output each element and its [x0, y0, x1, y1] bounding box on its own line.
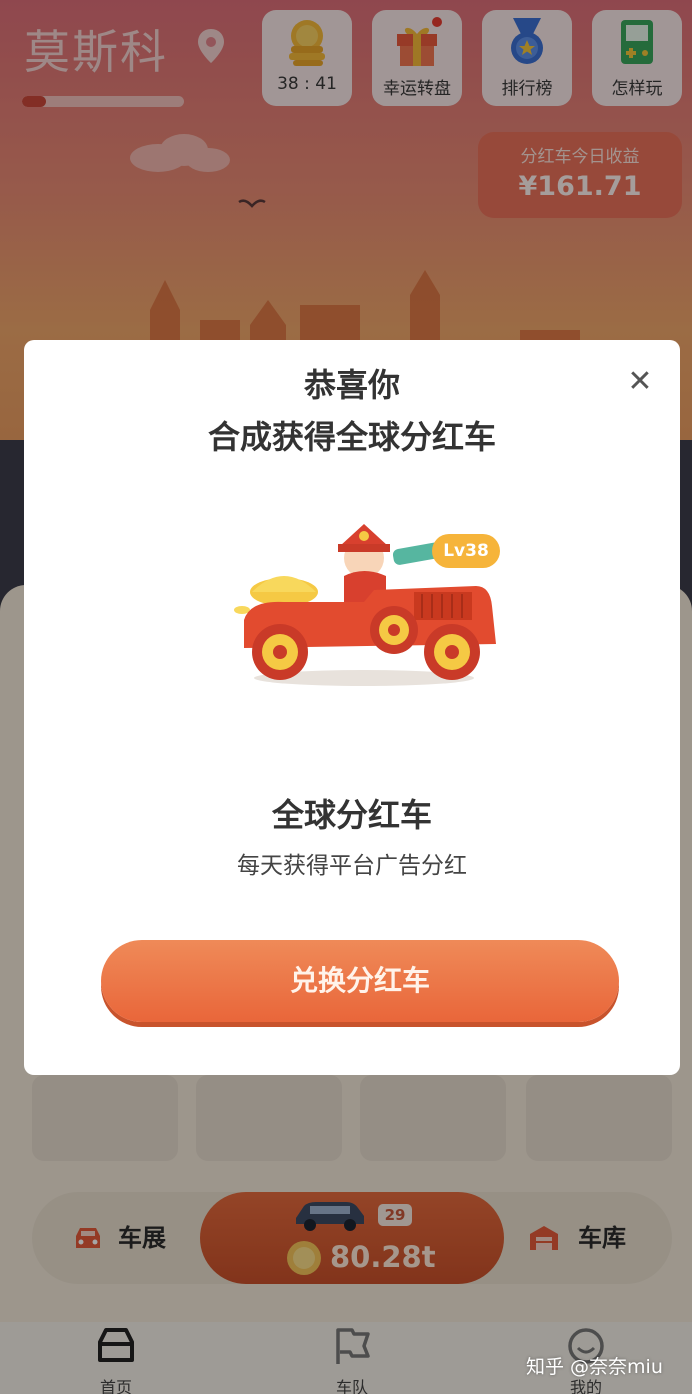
watermark-text: 知乎 @奈奈miu — [526, 1356, 663, 1378]
modal-title: 恭喜你 — [303, 366, 400, 404]
reward-modal: 恭喜你 合成获得全球分红车 ✕ Lv38 全球分红车 每天获得平台广告分红 兑换… — [24, 340, 680, 1075]
app-screen: 莫斯科 38 : 41 幸运转盘 排行榜 怎样玩 分红车今日收益 ¥161.71… — [0, 0, 692, 1394]
car-description: 每天获得平台广告分红 — [237, 853, 467, 879]
close-icon[interactable]: ✕ — [620, 362, 660, 402]
modal-subtitle: 合成获得全球分红车 — [207, 418, 496, 456]
level-badge: Lv38 — [432, 534, 500, 568]
car-name: 全球分红车 — [271, 796, 432, 834]
redeem-car-button[interactable]: 兑换分红车 — [101, 940, 619, 1022]
